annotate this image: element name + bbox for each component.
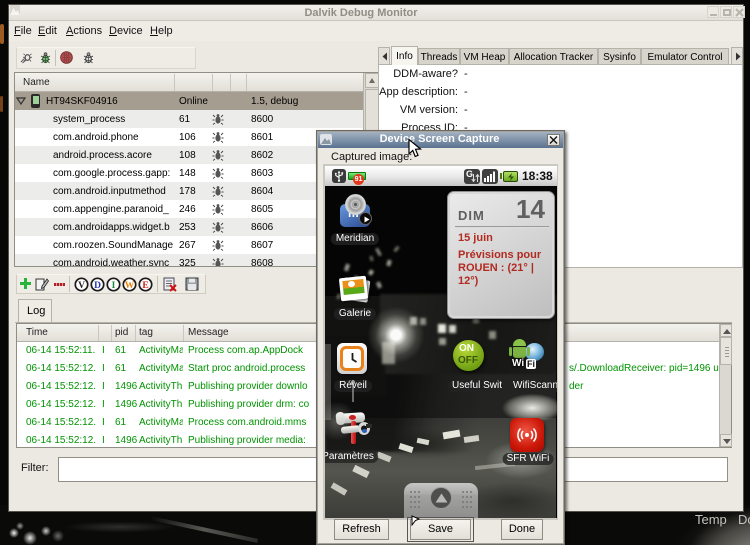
svg-text:D: D xyxy=(94,281,101,291)
svg-text:W: W xyxy=(125,281,135,291)
svg-text:E: E xyxy=(142,281,148,291)
svg-text:I: I xyxy=(112,281,116,291)
svg-text:V: V xyxy=(78,281,85,291)
